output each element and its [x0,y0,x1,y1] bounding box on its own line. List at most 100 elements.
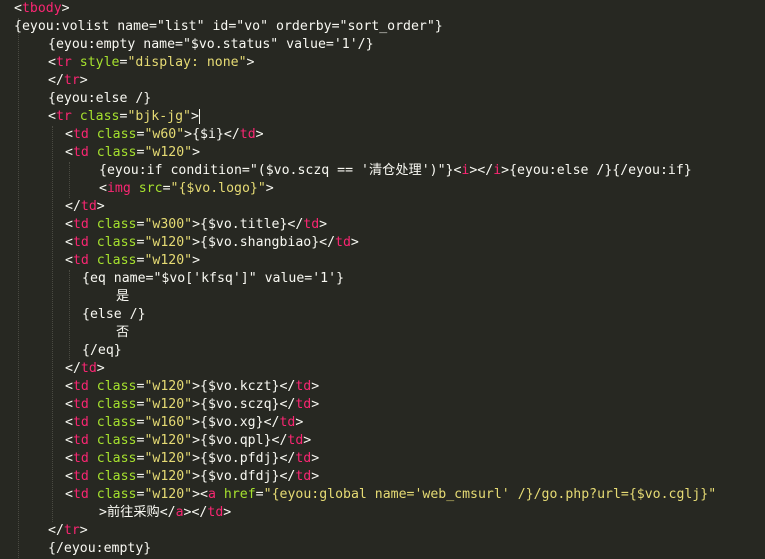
code-token: </ [287,217,304,232]
code-line[interactable]: <td class="w300">{$vo.title}</td> [65,216,327,234]
code-token: < [65,127,73,142]
code-token: </ [223,127,240,142]
code-token: </ [263,415,280,430]
code-line[interactable]: {/eq} [82,342,122,360]
code-line[interactable]: <td class="w120">{$vo.qpl}</td> [65,432,311,450]
code-token: td [80,199,97,214]
code-line[interactable]: <tr style="display: none"> [48,54,255,72]
code-token: </ [48,73,64,88]
code-editor[interactable]: <tbody> {eyou:volist name="list" id="vo" … [0,0,765,559]
code-line[interactable]: <td class="w120">{$vo.sczq}</td> [65,396,319,414]
code-token: > [79,523,88,538]
code-token: tbody [21,1,62,16]
code-token: > [79,73,88,88]
code-line[interactable]: <td class="w120"> [65,252,200,270]
code-line[interactable]: <td class="w120">{$vo.kczt}</td> [65,378,319,396]
code-line[interactable]: <td class="w120">{$vo.pfdj}</td> [65,450,319,468]
code-line[interactable]: <img src="{$vo.logo}"> [99,180,274,198]
code-token: class [96,217,137,232]
code-line[interactable]: <tr class="bjk-jg"> [48,108,200,126]
code-line[interactable]: </tr> [48,72,88,90]
code-line[interactable]: {eyou:volist name="list" id="vo" orderby… [14,18,443,36]
code-line[interactable]: {eyou:empty name="$vo.status" value='1'/… [48,36,374,54]
code-token: "w300" [144,217,193,232]
indent-guide [69,162,70,198]
code-token: {$vo.shangbiao} [200,235,320,250]
code-token: style [79,55,120,70]
code-token: {eq name="$vo['kfsq']" value='1'} [82,271,345,286]
code-token: td [72,217,89,232]
code-line[interactable]: {/eyou:empty} [48,540,151,558]
code-line[interactable]: {else /} [82,306,146,324]
code-token: < [65,253,73,268]
code-token: < [99,181,107,196]
code-token: </ [319,235,336,250]
code-token: tr [63,73,80,88]
code-line[interactable]: <td class="w60">{$i}</td> [65,126,264,144]
code-token: </ [279,397,296,412]
code-token: "w60" [144,127,185,142]
code-token: src [138,181,163,196]
code-token: > [192,415,201,430]
code-token: < [65,235,73,250]
code-token: > [192,217,201,232]
code-token: td [287,433,304,448]
code-line[interactable]: {eyou:if condition="($vo.sczq == '清仓处理')… [99,162,692,180]
code-token: class [96,127,137,142]
code-token: 是 [116,289,130,304]
code-token: {eyou:volist name="list" id="vo" orderby… [14,19,443,34]
code-token: td [335,235,351,250]
code-token: td [72,469,89,484]
code-line[interactable]: </tr> [48,522,88,540]
code-token: class [96,451,137,466]
code-line[interactable]: <td class="w120">{$vo.shangbiao}</td> [65,234,359,252]
code-token: class [96,379,137,394]
code-line[interactable]: <tbody> [14,0,70,18]
code-line[interactable]: </td> [65,198,105,216]
code-token: > [96,361,105,376]
code-line[interactable]: </td> [65,360,105,378]
code-line[interactable]: <td class="w120"> [65,144,200,162]
code-token: i [493,163,502,178]
code-token: img [106,181,131,196]
code-token: td [295,469,312,484]
code-line[interactable]: <td class="w160">{$vo.xg}</td> [65,414,303,432]
code-token: > [350,235,359,250]
code-line[interactable]: >前往采购</a></td> [99,504,231,522]
code-line[interactable]: 否 [116,324,129,342]
indent-guide [69,270,70,360]
code-token: {$vo.title} [200,217,288,232]
code-token: {$i} [192,127,224,142]
code-token: < [65,379,73,394]
code-line[interactable]: 是 [116,288,129,306]
code-token: > [192,235,201,250]
code-token: > [192,145,201,160]
code-line[interactable]: {eyou:else /} [48,90,151,108]
code-token: </ [279,451,296,466]
code-line[interactable]: <td class="w120">{$vo.dfdj}</td> [65,468,319,486]
code-token: "w120" [144,451,193,466]
code-token: class [96,487,137,502]
code-line[interactable]: <td class="w120"><a href="{eyou:global n… [65,486,716,504]
code-token: > [303,433,312,448]
code-token: > [192,379,201,394]
code-line[interactable]: {eq name="$vo['kfsq']" value='1'} [82,270,344,288]
code-token: td [295,451,312,466]
code-token: "bjk-jg" [127,109,191,124]
code-token: td [72,451,89,466]
code-token: class [96,235,137,250]
text-cursor [198,108,200,124]
code-token: href [223,487,256,502]
code-token: "w160" [144,415,193,430]
code-token: td [72,145,89,160]
code-token: > [265,181,274,196]
